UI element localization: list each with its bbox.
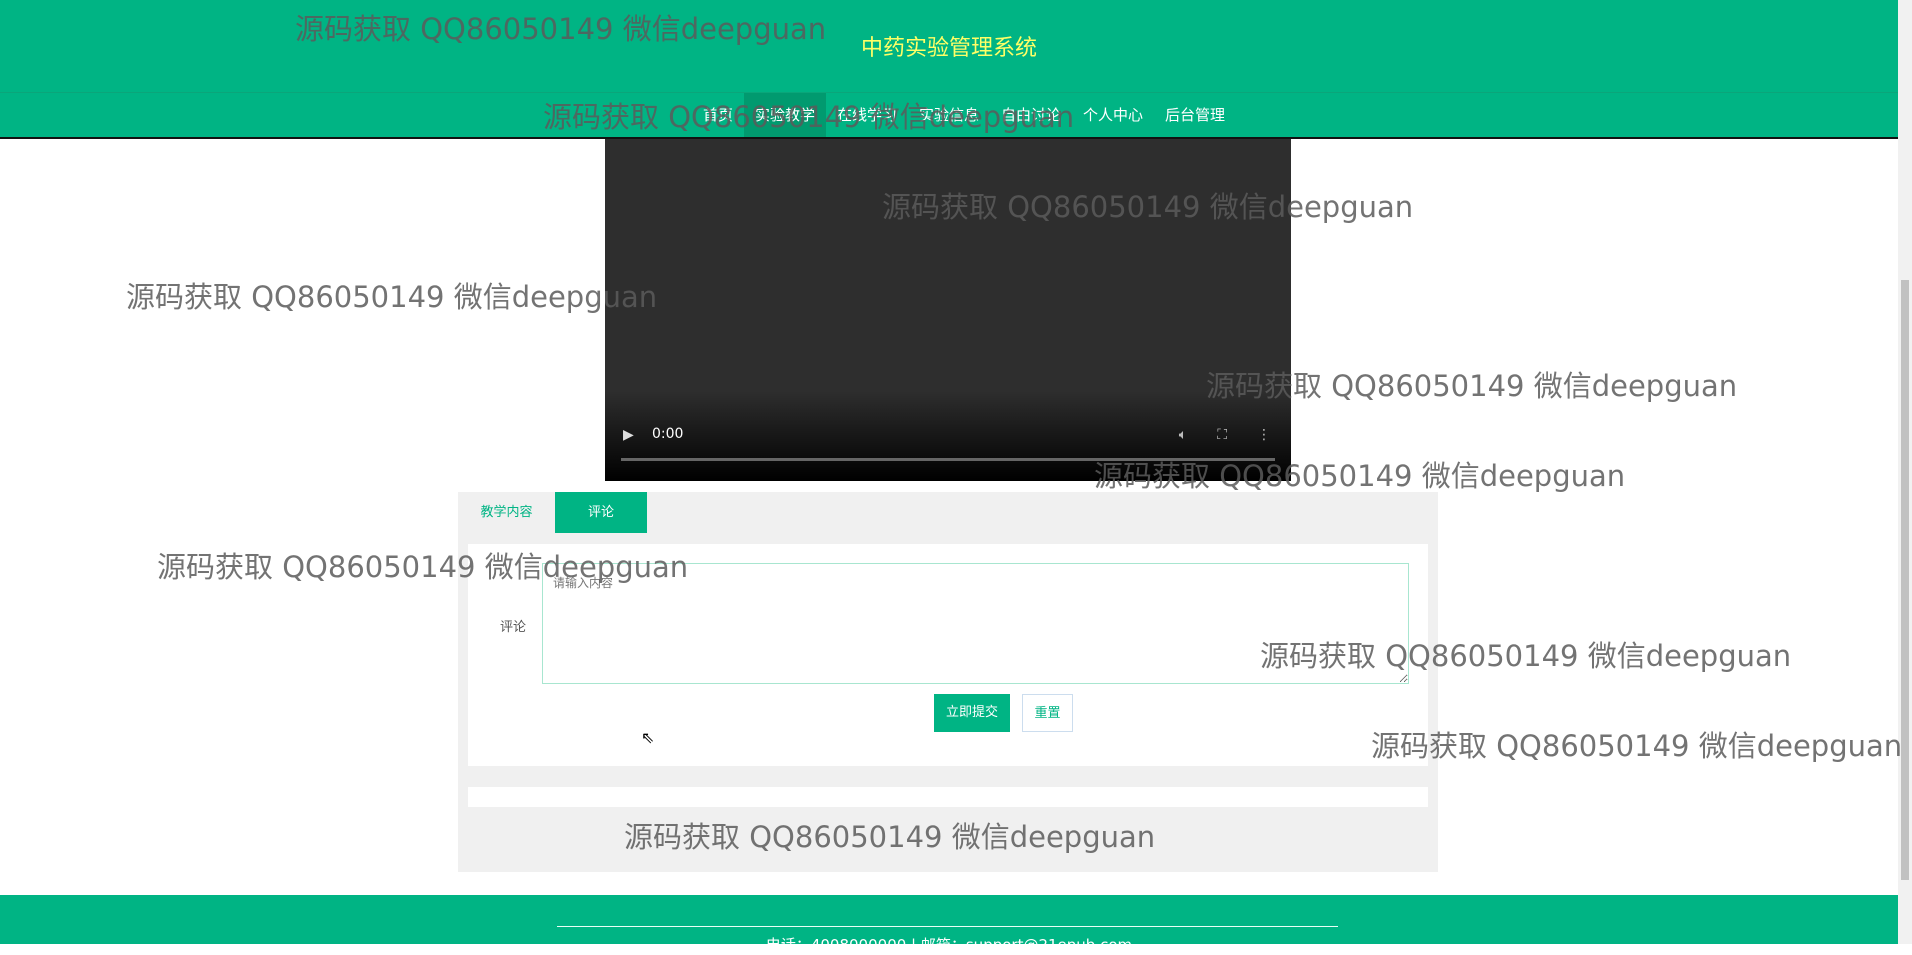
mouse-cursor-icon: ⇖ xyxy=(641,728,655,747)
volume-icon[interactable]: 🔈︎ xyxy=(1179,427,1187,443)
footer-divider xyxy=(557,926,1338,927)
footer-contact: 电话：4008000000 | 邮箱：support@21epub.com xyxy=(765,936,1133,954)
comment-input[interactable] xyxy=(542,563,1409,684)
footer: 电话：4008000000 | 邮箱：support@21epub.com xyxy=(0,895,1898,954)
reset-button[interactable]: 重置 xyxy=(1022,694,1073,732)
header: 中药实验管理系统 首页 实验教学 在线学习 实验信息 自由讨论 个人中心 后台管… xyxy=(0,0,1898,137)
submit-button[interactable]: 立即提交 xyxy=(934,694,1010,732)
fullscreen-icon[interactable]: ⛶ xyxy=(1217,427,1227,443)
video-time: 0:00 xyxy=(652,426,684,442)
nav-personal-center[interactable]: 个人中心 xyxy=(1072,93,1154,137)
video-progress-bar[interactable] xyxy=(621,458,1275,461)
main-nav: 首页 实验教学 在线学习 实验信息 自由讨论 个人中心 后台管理 xyxy=(0,92,1898,137)
nav-discussion[interactable]: 自由讨论 xyxy=(990,93,1072,137)
watermark: 源码获取 QQ86050149 微信deepguan xyxy=(1371,729,1903,763)
more-icon[interactable]: ⋮ xyxy=(1257,427,1271,443)
nav-home[interactable]: 首页 xyxy=(692,93,744,137)
tab-comments[interactable]: 评论 xyxy=(555,492,647,533)
nav-experiment-info[interactable]: 实验信息 xyxy=(908,93,990,137)
video-controls: ▶ 0:00 🔈︎ ⛶ ⋮ xyxy=(605,391,1291,481)
play-icon[interactable]: ▶ xyxy=(623,427,634,443)
comment-list xyxy=(468,787,1428,807)
comment-label: 评论 xyxy=(500,620,527,635)
nav-experiment-teaching[interactable]: 实验教学 xyxy=(743,93,826,137)
scrollbar[interactable] xyxy=(1898,0,1912,944)
site-title: 中药实验管理系统 xyxy=(860,36,1037,61)
video-player[interactable]: ▶ 0:00 🔈︎ ⛶ ⋮ xyxy=(605,139,1291,481)
nav-admin[interactable]: 后台管理 xyxy=(1154,93,1236,137)
comment-form: 评论 立即提交 重置 xyxy=(468,544,1428,766)
watermark: 源码获取 QQ86050149 微信deepguan xyxy=(126,280,658,314)
nav-online-learning[interactable]: 在线学习 xyxy=(826,93,908,137)
tab-teaching-content[interactable]: 教学内容 xyxy=(458,492,555,533)
scrollbar-thumb[interactable] xyxy=(1901,280,1909,880)
tabs: 教学内容 评论 xyxy=(458,492,1438,533)
content-panel: 教学内容 评论 评论 立即提交 重置 xyxy=(458,492,1438,872)
